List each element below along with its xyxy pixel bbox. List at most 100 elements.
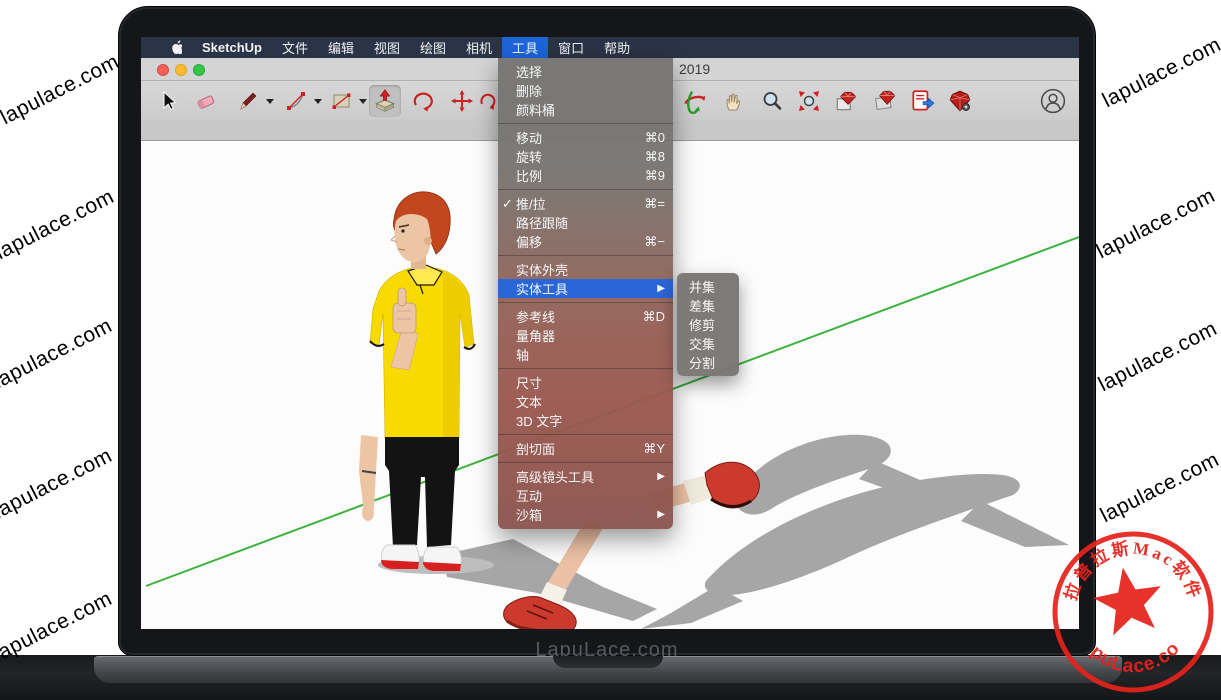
submenu-arrow-icon: ▶ (657, 283, 665, 294)
menubar-item-help[interactable]: 帮助 (594, 37, 640, 58)
account-person-icon (1040, 88, 1066, 114)
ruby-console-button[interactable] (944, 85, 976, 117)
menu-item-offset[interactable]: 偏移⌘− (498, 232, 673, 251)
menu-item-axes[interactable]: 轴 (498, 345, 673, 364)
submenu-arrow-icon: ▶ (657, 471, 665, 482)
checkmark: ✓ (502, 196, 516, 212)
standing-figure (359, 192, 475, 571)
menu-separator (498, 189, 673, 190)
orbit-tool-button[interactable] (679, 85, 711, 117)
menu-item-scale[interactable]: 比例⌘9 (498, 166, 673, 185)
menu-item-push-pull[interactable]: ✓推/拉⌘= (498, 194, 673, 213)
submenu-item-union[interactable]: 并集 (677, 277, 739, 296)
submenu-item-trim[interactable]: 修剪 (677, 315, 739, 334)
watermark: lapulace.com (0, 48, 128, 133)
eraser-icon (194, 89, 218, 113)
window-title: 2019 (679, 61, 710, 77)
select-cursor-icon (156, 89, 180, 113)
tools-menu: 选择 删除 颜料桶 移动⌘0 旋转⌘8 比例⌘9 ✓推/拉⌘= 路径跟随 偏移⌘… (498, 58, 673, 529)
watermark: lapulace.com (0, 183, 123, 268)
watermark: lapulace.com (1090, 315, 1221, 400)
menu-separator (498, 462, 673, 463)
laptop-base-notch (553, 656, 663, 668)
menu-item-paint-bucket[interactable]: 颜料桶 (498, 100, 673, 119)
menu-item-tape-measure[interactable]: 参考线⌘D (498, 307, 673, 326)
menu-item-interact[interactable]: 互动 (498, 486, 673, 505)
export-document-icon (909, 88, 935, 114)
menu-item-follow-me[interactable]: 路径跟随 (498, 213, 673, 232)
screen: SketchUp 文件 编辑 视图 绘图 相机 工具 窗口 帮助 2019 (141, 37, 1079, 629)
menu-item-outer-shell[interactable]: 实体外壳 (498, 260, 673, 279)
menu-item-section-plane[interactable]: 剖切面⌘Y (498, 439, 673, 458)
submenu-item-split[interactable]: 分割 (677, 353, 739, 372)
rotate-tool-button[interactable] (407, 85, 439, 117)
magnifier-icon (760, 89, 784, 113)
zoom-tool-button[interactable] (756, 85, 788, 117)
menu-separator (498, 123, 673, 124)
account-button[interactable] (1037, 85, 1069, 117)
line-tool-button[interactable] (233, 85, 265, 117)
extension-warehouse-button[interactable] (869, 85, 901, 117)
menu-item-erase[interactable]: 删除 (498, 81, 673, 100)
component-button[interactable] (831, 85, 863, 117)
laptop-base (94, 656, 1122, 683)
submenu-item-intersect[interactable]: 交集 (677, 334, 739, 353)
menu-item-advanced-camera[interactable]: 高级镜头工具▶ (498, 467, 673, 486)
arc-icon (285, 89, 309, 113)
component-gem-icon (834, 88, 860, 114)
menubar-item-edit[interactable]: 编辑 (318, 37, 364, 58)
solid-tools-submenu: 并集 差集 修剪 交集 分割 (677, 273, 739, 376)
watermark: lapulace.com (0, 442, 121, 527)
apple-menu[interactable] (159, 37, 192, 58)
push-pull-tool-button[interactable] (369, 85, 401, 117)
zoom-button[interactable] (193, 64, 205, 76)
orbit-icon (682, 88, 708, 114)
menu-item-protractor[interactable]: 量角器 (498, 326, 673, 345)
laptop-frame: SketchUp 文件 编辑 视图 绘图 相机 工具 窗口 帮助 2019 (118, 6, 1096, 656)
rectangle-tool-button[interactable] (326, 85, 358, 117)
lapulace-stamp: 拉普拉斯Mac软件 LapuLace.com (1040, 520, 1221, 700)
menu-item-solid-tools[interactable]: 实体工具▶ (498, 279, 673, 298)
menubar-item-camera[interactable]: 相机 (456, 37, 502, 58)
menubar-item-tools[interactable]: 工具 (502, 37, 548, 58)
pan-tool-button[interactable] (718, 85, 750, 117)
menubar-item-file[interactable]: 文件 (272, 37, 318, 58)
select-tool-button[interactable] (152, 85, 184, 117)
menubar: SketchUp 文件 编辑 视图 绘图 相机 工具 窗口 帮助 (141, 37, 1079, 58)
ruby-gear-icon (947, 88, 973, 114)
arc-dropdown-caret[interactable] (314, 99, 322, 104)
rectangle-icon (330, 89, 354, 113)
menu-item-text[interactable]: 文本 (498, 392, 673, 411)
minimize-button[interactable] (175, 64, 187, 76)
apple-logo-icon (169, 40, 182, 56)
push-pull-icon (372, 88, 398, 114)
menubar-item-view[interactable]: 视图 (364, 37, 410, 58)
rectangle-dropdown-caret[interactable] (359, 99, 367, 104)
stamp-star (1093, 568, 1161, 636)
rotate-icon (411, 89, 435, 113)
menu-item-sandbox[interactable]: 沙箱▶ (498, 505, 673, 524)
follow-me-icon (476, 89, 500, 113)
menu-item-dimensions[interactable]: 尺寸 (498, 373, 673, 392)
menu-item-rotate[interactable]: 旋转⌘8 (498, 147, 673, 166)
watermark: lapulace.com (0, 312, 121, 397)
menu-item-select[interactable]: 选择 (498, 62, 673, 81)
menubar-item-window[interactable]: 窗口 (548, 37, 594, 58)
menu-item-3d-text[interactable]: 3D 文字 (498, 411, 673, 430)
move-icon (450, 89, 474, 113)
arc-tool-button[interactable] (281, 85, 313, 117)
zoom-extents-button[interactable] (793, 85, 825, 117)
watermark: lapulace.com (1092, 446, 1221, 531)
watermark: lapulace.com (1094, 31, 1221, 116)
extension-gem-icon (872, 88, 898, 114)
menu-separator (498, 434, 673, 435)
submenu-item-subtract[interactable]: 差集 (677, 296, 739, 315)
eraser-tool-button[interactable] (190, 85, 222, 117)
close-button[interactable] (157, 64, 169, 76)
export-button[interactable] (906, 85, 938, 117)
pan-hand-icon (722, 89, 746, 113)
line-dropdown-caret[interactable] (266, 99, 274, 104)
menu-item-move[interactable]: 移动⌘0 (498, 128, 673, 147)
menubar-item-draw[interactable]: 绘图 (410, 37, 456, 58)
menubar-item-sketchup[interactable]: SketchUp (192, 37, 272, 58)
